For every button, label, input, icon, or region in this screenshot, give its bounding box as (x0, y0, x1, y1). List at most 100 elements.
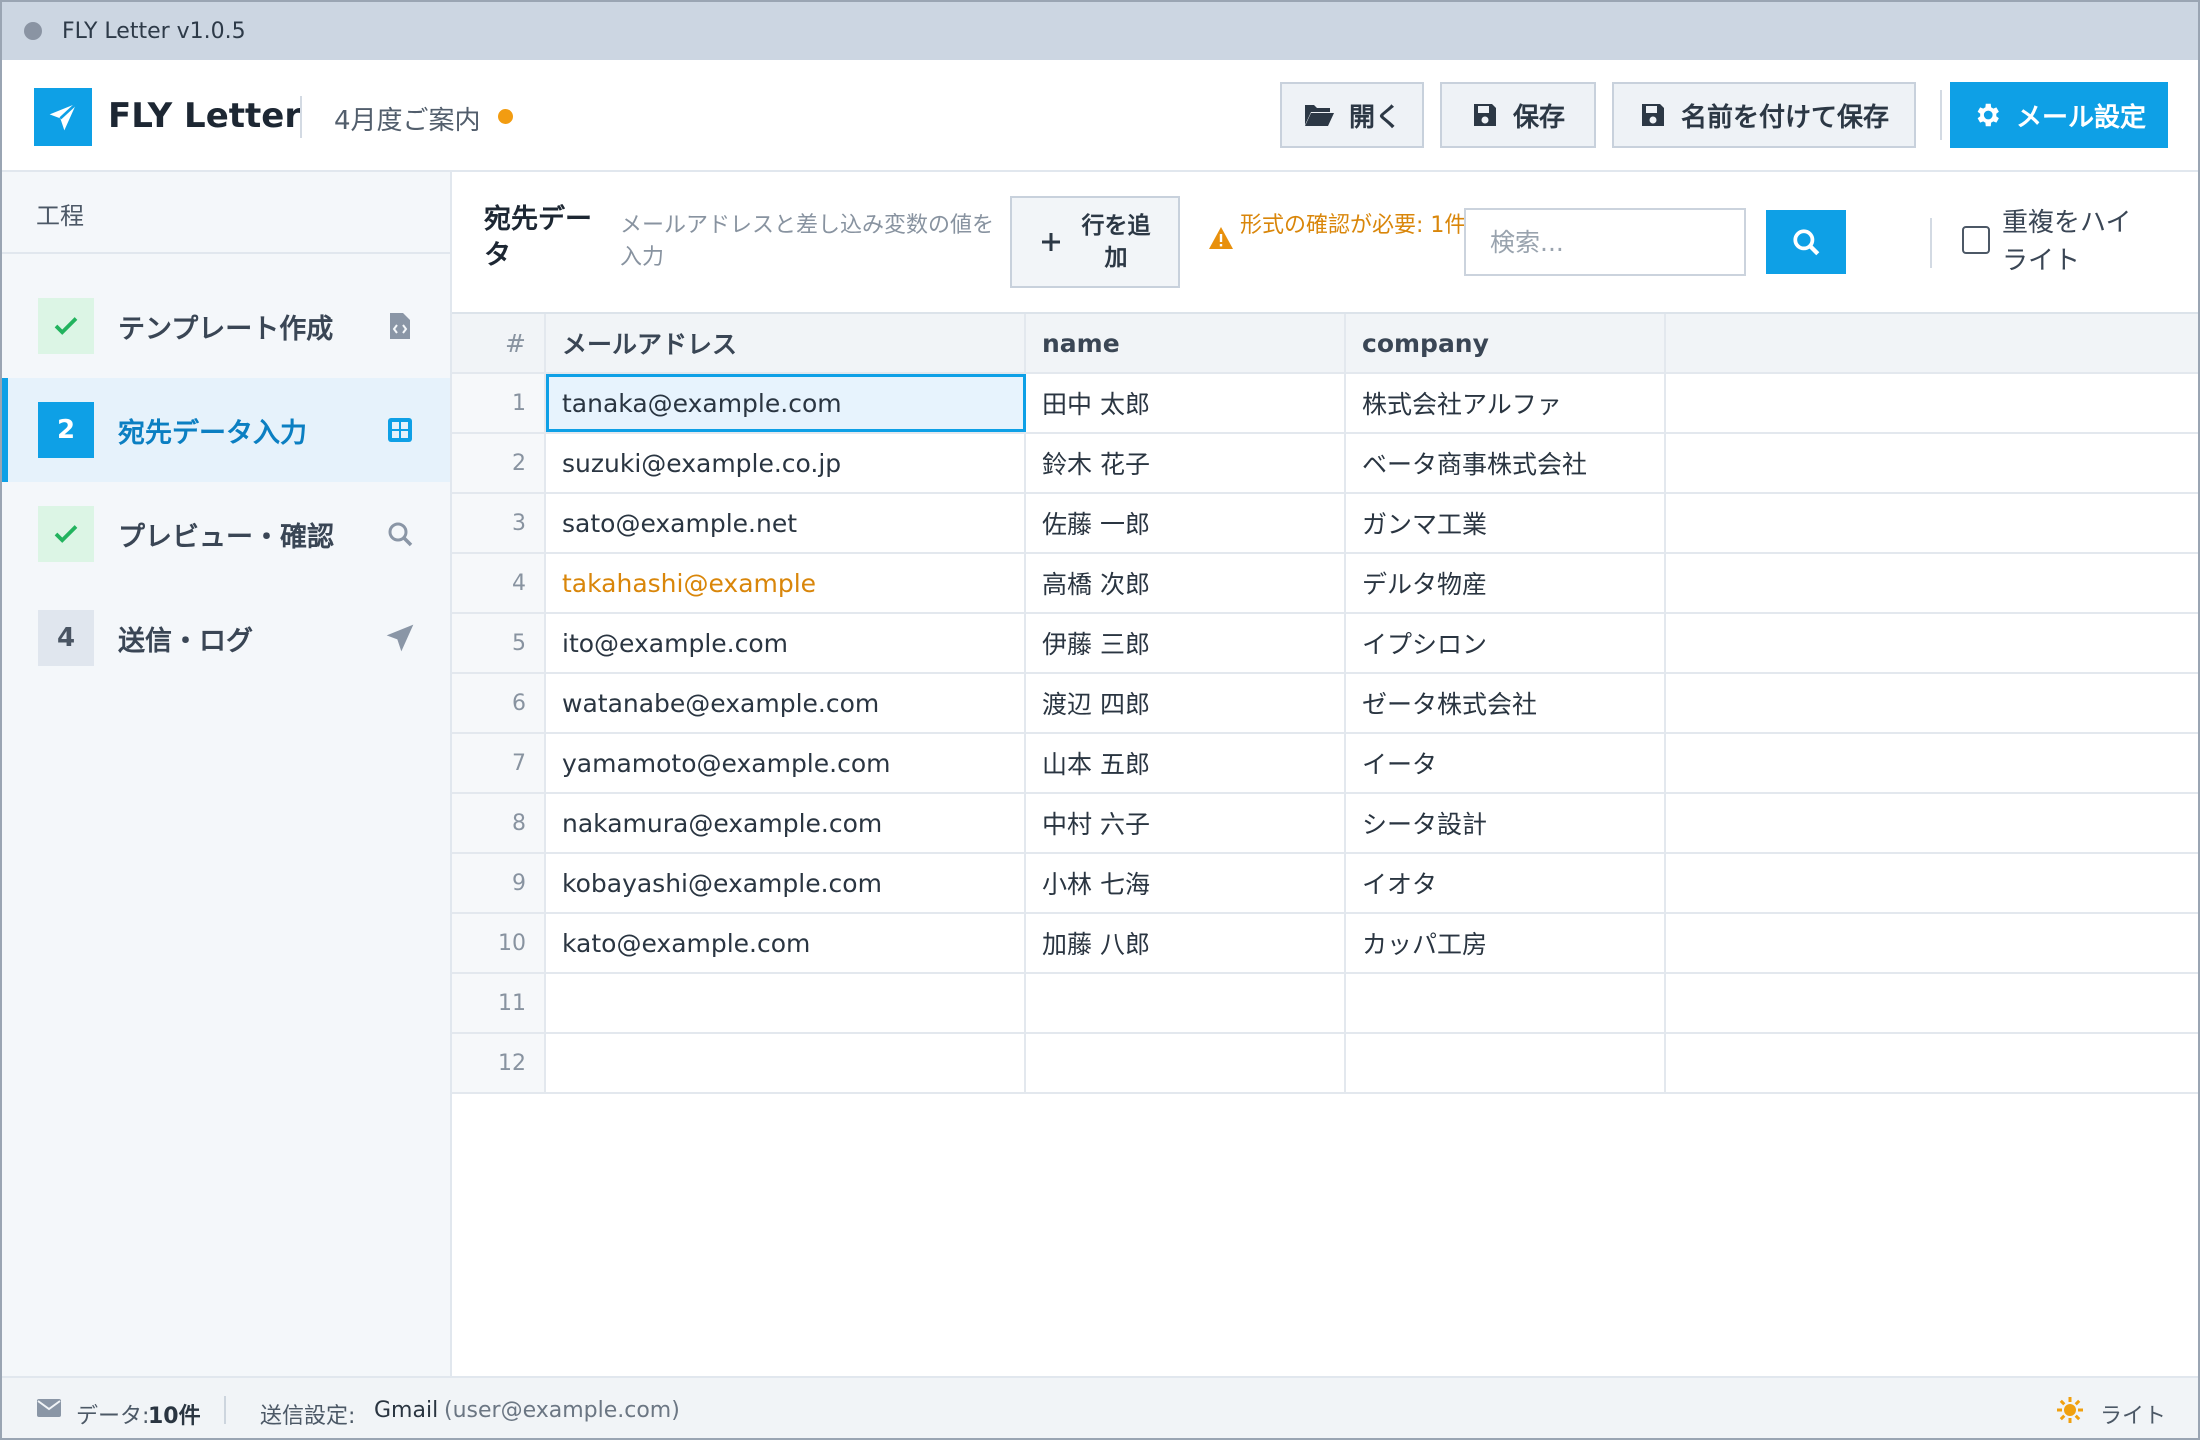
mail-settings-button-label: メール設定 (2015, 102, 2146, 133)
save-button[interactable]: 保存 (1440, 82, 1596, 148)
cell-name[interactable]: 中村 六子 (1026, 794, 1346, 852)
cell-email[interactable]: suzuki@example.co.jp (546, 434, 1026, 492)
cell-name[interactable] (1026, 1034, 1346, 1092)
warning-icon (1208, 226, 1234, 254)
cell-company[interactable]: ガンマ工業 (1346, 494, 1666, 552)
cell-email[interactable]: kobayashi@example.com (546, 854, 1026, 912)
cell-email[interactable]: watanabe@example.com (546, 674, 1026, 732)
cell-email[interactable]: tanaka@example.com (546, 374, 1026, 432)
file-code-icon (384, 310, 416, 342)
column-header-name[interactable]: name (1026, 314, 1346, 372)
cell-company[interactable]: 株式会社アルファ (1346, 374, 1666, 432)
cell-empty (1666, 374, 2198, 432)
open-button-label: 開く (1348, 102, 1401, 133)
toolbar-separator (1930, 218, 1932, 268)
mail-settings-button[interactable]: メール設定 (1950, 82, 2168, 148)
cell-name[interactable]: 渡辺 四郎 (1026, 674, 1346, 732)
cell-name[interactable]: 高橋 次郎 (1026, 554, 1346, 612)
cell-company[interactable]: イータ (1346, 734, 1666, 792)
send-account: (user@example.com) (444, 1398, 680, 1423)
cell-email[interactable]: kato@example.com (546, 914, 1026, 972)
data-count-label: データ: (76, 1404, 150, 1429)
cell-name[interactable]: 伊藤 三郎 (1026, 614, 1346, 672)
cell-company[interactable]: ゼータ株式会社 (1346, 674, 1666, 732)
cell-company[interactable]: イオタ (1346, 854, 1666, 912)
sidebar-step-send-log[interactable]: 4 送信・ログ (2, 586, 450, 690)
cell-name[interactable]: 田中 太郎 (1026, 374, 1346, 432)
save-button-label: 保存 (1512, 102, 1565, 133)
cell-empty (1666, 914, 2198, 972)
validation-warning[interactable]: 形式の確認が必要: 1件 (1240, 210, 1470, 242)
table-row: 2 suzuki@example.co.jp 鈴木 花子 ベータ商事株式会社 (452, 434, 2198, 494)
grid-body: 1 tanaka@example.com 田中 太郎 株式会社アルファ 2 suzuki@… (452, 374, 2198, 1094)
title-bar: FLY Letter v1.0.5 (2, 2, 2198, 60)
unsaved-indicator (498, 109, 513, 124)
cell-company[interactable]: デルタ物産 (1346, 554, 1666, 612)
header-divider (300, 96, 302, 138)
cell-empty (1666, 974, 2198, 1032)
cell-email[interactable]: sato@example.net (546, 494, 1026, 552)
row-number: 12 (452, 1034, 546, 1092)
folder-open-icon (1304, 105, 1334, 126)
cell-company[interactable]: シータ設計 (1346, 794, 1666, 852)
theme-toggle[interactable]: ライト (2100, 1398, 2166, 1430)
cell-name[interactable]: 佐藤 一郎 (1026, 494, 1346, 552)
table-row: 10 kato@example.com 加藤 八郎 カッパ工房 (452, 914, 2198, 974)
row-number: 10 (452, 914, 546, 972)
table-row: 4 takahashi@example 高橋 次郎 デルタ物産 (452, 554, 2198, 614)
section-title: 宛先データ (484, 204, 592, 271)
cell-company[interactable]: カッパ工房 (1346, 914, 1666, 972)
cell-email[interactable]: nakamura@example.com (546, 794, 1026, 852)
cell-company[interactable]: イプシロン (1346, 614, 1666, 672)
sidebar-step-template[interactable]: テンプレート作成 (2, 274, 450, 378)
cell-company[interactable]: ベータ商事株式会社 (1346, 434, 1666, 492)
highlight-duplicates-label[interactable]: 重複をハイライト (2002, 204, 2152, 280)
add-row-button[interactable]: 行を追加 (1010, 196, 1180, 288)
step-label: 宛先データ入力 (118, 417, 307, 449)
table-row: 9 kobayashi@example.com 小林 七海 イオタ (452, 854, 2198, 914)
cell-company[interactable] (1346, 1034, 1666, 1092)
cell-email[interactable]: takahashi@example (546, 554, 1026, 612)
process-sidebar: 工程 テンプレート作成 2 宛先データ入力 プレビュー・確認 4 送信・ログ (2, 172, 452, 1376)
table-row: 1 tanaka@example.com 田中 太郎 株式会社アルファ (452, 374, 2198, 434)
step-number-badge: 2 (38, 402, 94, 458)
step-label: テンプレート作成 (118, 313, 334, 345)
cell-name[interactable]: 山本 五郎 (1026, 734, 1346, 792)
app-window: FLY Letter v1.0.5 FLY Letter 4月度ご案内 開く 保… (0, 0, 2200, 1440)
sidebar-step-preview[interactable]: プレビュー・確認 (2, 482, 450, 586)
cell-email[interactable] (546, 1034, 1026, 1092)
send-service: Gmail (374, 1398, 439, 1423)
search-button[interactable] (1766, 210, 1846, 274)
sun-icon[interactable] (2056, 1396, 2084, 1430)
data-count-value: 10件 (148, 1404, 201, 1429)
search-icon (384, 518, 416, 550)
step-label: 送信・ログ (118, 625, 253, 657)
status-bar: データ: 10件 送信設定: Gmail (user@example.com) … (2, 1376, 2198, 1438)
cell-name[interactable]: 鈴木 花子 (1026, 434, 1346, 492)
check-icon (54, 525, 78, 543)
column-header-email[interactable]: メールアドレス (546, 314, 1026, 372)
table-row: 11 (452, 974, 2198, 1034)
cell-name[interactable]: 小林 七海 (1026, 854, 1346, 912)
cell-company[interactable] (1346, 974, 1666, 1032)
column-header-num: # (452, 314, 546, 372)
cell-name[interactable]: 加藤 八郎 (1026, 914, 1346, 972)
cell-email[interactable]: yamamoto@example.com (546, 734, 1026, 792)
highlight-duplicates-checkbox[interactable] (1962, 226, 1990, 254)
column-header-company[interactable]: company (1346, 314, 1666, 372)
search-input[interactable] (1464, 208, 1746, 276)
row-number: 9 (452, 854, 546, 912)
table-row: 8 nakamura@example.com 中村 六子 シータ設計 (452, 794, 2198, 854)
step-done-badge (38, 506, 94, 562)
row-number: 7 (452, 734, 546, 792)
save-as-button[interactable]: 名前を付けて保存 (1612, 82, 1916, 148)
sidebar-step-recipients[interactable]: 2 宛先データ入力 (2, 378, 450, 482)
cell-empty (1666, 1034, 2198, 1092)
row-number: 1 (452, 374, 546, 432)
open-button[interactable]: 開く (1280, 82, 1424, 148)
cell-name[interactable] (1026, 974, 1346, 1032)
cell-email[interactable]: ito@example.com (546, 614, 1026, 672)
sidebar-title: 工程 (36, 202, 84, 230)
save-as-button-label: 名前を付けて保存 (1680, 102, 1889, 133)
cell-email[interactable] (546, 974, 1026, 1032)
